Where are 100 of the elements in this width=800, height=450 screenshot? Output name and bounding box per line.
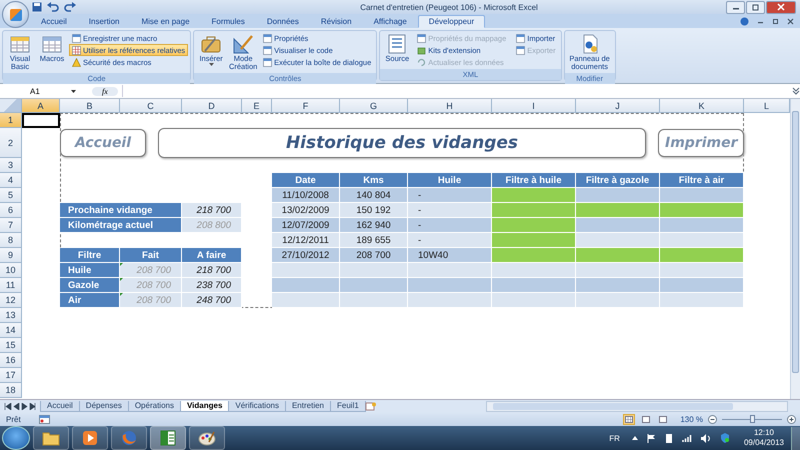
row-header[interactable]: 5 xyxy=(0,188,22,203)
ribbon-tab[interactable]: Mise en page xyxy=(130,15,201,28)
row-header[interactable]: 1 xyxy=(0,113,22,128)
zoom-level[interactable]: 130 % xyxy=(680,414,703,424)
package-icon xyxy=(417,46,426,54)
column-header[interactable]: I xyxy=(492,99,576,113)
signal-icon[interactable] xyxy=(682,434,692,442)
spreadsheet-icon xyxy=(159,430,177,446)
row-header[interactable]: 10 xyxy=(0,263,22,278)
sheet-tab[interactable]: Opérations xyxy=(128,400,181,412)
ribbon-tab[interactable]: Révision xyxy=(310,15,363,28)
zoom-slider-thumb[interactable] xyxy=(750,414,755,422)
flag-icon[interactable] xyxy=(646,434,656,442)
ribbon-tab[interactable]: Insertion xyxy=(78,15,130,28)
column-heading: Filtre à huile xyxy=(492,173,576,188)
export-icon xyxy=(516,46,526,54)
insert-function-button[interactable]: fx xyxy=(92,86,118,96)
window-icon xyxy=(263,46,272,54)
taskbar-button[interactable] xyxy=(72,426,108,450)
taskbar-button[interactable] xyxy=(33,426,69,450)
sheet-tab[interactable]: Dépenses xyxy=(78,400,129,412)
undo-icon[interactable] xyxy=(47,2,59,12)
show-hidden-icons-icon[interactable] xyxy=(632,436,638,440)
row-header[interactable]: 2 xyxy=(0,128,22,158)
vertical-scrollbar[interactable] xyxy=(790,99,800,399)
ribbon-tab[interactable]: Formules xyxy=(200,15,256,28)
table-cell: 27/10/2012 xyxy=(272,248,340,263)
view-button[interactable] xyxy=(640,414,652,424)
row-header[interactable]: 4 xyxy=(0,173,22,188)
shield-icon[interactable] xyxy=(720,433,730,443)
column-header[interactable]: G xyxy=(340,99,408,113)
table-cell: 208 700 xyxy=(120,263,182,278)
column-header[interactable]: E xyxy=(242,99,272,113)
ribbon-tab[interactable]: Accueil xyxy=(30,15,78,28)
minimize-button[interactable] xyxy=(726,0,745,14)
table-cell: 12/07/2009 xyxy=(272,218,340,233)
view-button[interactable] xyxy=(657,414,670,424)
help-icon[interactable] xyxy=(740,16,749,26)
row-header[interactable]: 6 xyxy=(0,203,22,218)
table-cell: 238 700 xyxy=(182,278,242,293)
ribbon-tab[interactable]: Affichage xyxy=(362,15,418,28)
row-header[interactable]: 7 xyxy=(0,218,22,233)
column-header[interactable]: K xyxy=(660,99,744,113)
ribbon-tab[interactable]: Développeur xyxy=(418,15,486,28)
sheet-tab[interactable]: Feuil1 xyxy=(330,400,366,412)
taskbar-button[interactable] xyxy=(150,426,186,450)
start-button[interactable] xyxy=(2,426,30,450)
row-header[interactable]: 15 xyxy=(0,338,22,353)
row-header[interactable]: 8 xyxy=(0,233,22,248)
name-box[interactable]: A1 xyxy=(0,86,80,96)
caret-icon xyxy=(71,90,76,92)
column-header[interactable]: B xyxy=(60,99,120,113)
status-text: Prêt xyxy=(5,414,22,424)
close-button[interactable] xyxy=(766,0,796,14)
close-icon[interactable] xyxy=(787,18,794,24)
column-header[interactable]: J xyxy=(576,99,660,113)
zoom-out-icon[interactable] xyxy=(708,414,717,424)
horizontal-scrollbar[interactable] xyxy=(486,400,788,412)
new-sheet-icon[interactable] xyxy=(364,402,377,410)
column-header[interactable]: L xyxy=(744,99,790,113)
row-header[interactable]: 11 xyxy=(0,278,22,293)
view-button[interactable] xyxy=(623,414,636,424)
row-header[interactable]: 17 xyxy=(0,368,22,383)
row-header[interactable]: 16 xyxy=(0,353,22,368)
ribbon-tab[interactable]: Données xyxy=(256,15,310,28)
row-header[interactable]: 9 xyxy=(0,248,22,263)
table-row-header: Prochaine vidange xyxy=(60,203,182,218)
restore-icon[interactable] xyxy=(772,18,779,24)
column-header[interactable]: F xyxy=(272,99,340,113)
window-icon xyxy=(263,34,272,42)
sheet-tab[interactable]: Accueil xyxy=(40,400,80,412)
record-macro-icon[interactable] xyxy=(39,414,50,424)
grid-view-icon xyxy=(625,416,634,422)
sheet-tab[interactable]: Vérifications xyxy=(228,400,286,412)
expand-icon[interactable] xyxy=(792,86,800,96)
page-view-icon xyxy=(642,416,650,422)
row-header[interactable]: 12 xyxy=(0,293,22,308)
column-header[interactable]: H xyxy=(408,99,492,113)
redo-icon[interactable] xyxy=(64,2,76,12)
column-header[interactable]: A xyxy=(22,99,60,113)
sheet-tab[interactable]: Vidanges xyxy=(180,400,230,412)
column-header[interactable]: C xyxy=(120,99,182,113)
sheet-navigation-icon[interactable] xyxy=(4,402,36,410)
row-header[interactable]: 18 xyxy=(0,383,22,398)
row-header[interactable]: 14 xyxy=(0,323,22,338)
speaker-icon[interactable] xyxy=(700,434,711,442)
column-header[interactable]: D xyxy=(182,99,242,113)
sheet-tab[interactable]: Entretien xyxy=(284,400,331,412)
language-indicator[interactable]: FR xyxy=(609,434,620,442)
row-header[interactable]: 3 xyxy=(0,158,22,173)
save-icon[interactable] xyxy=(32,2,42,12)
column-heading: A faire xyxy=(182,248,242,263)
row-header[interactable]: 13 xyxy=(0,308,22,323)
table-row-header: Kilométrage actuel xyxy=(60,218,182,233)
clock-date: 09/04/2013 xyxy=(744,438,784,448)
table-cell: 13/02/2009 xyxy=(272,203,340,218)
taskbar-button[interactable] xyxy=(189,426,225,450)
restore-button[interactable] xyxy=(746,0,765,14)
zoom-in-icon[interactable] xyxy=(787,414,796,424)
table-cell: 150 192 xyxy=(340,203,408,218)
